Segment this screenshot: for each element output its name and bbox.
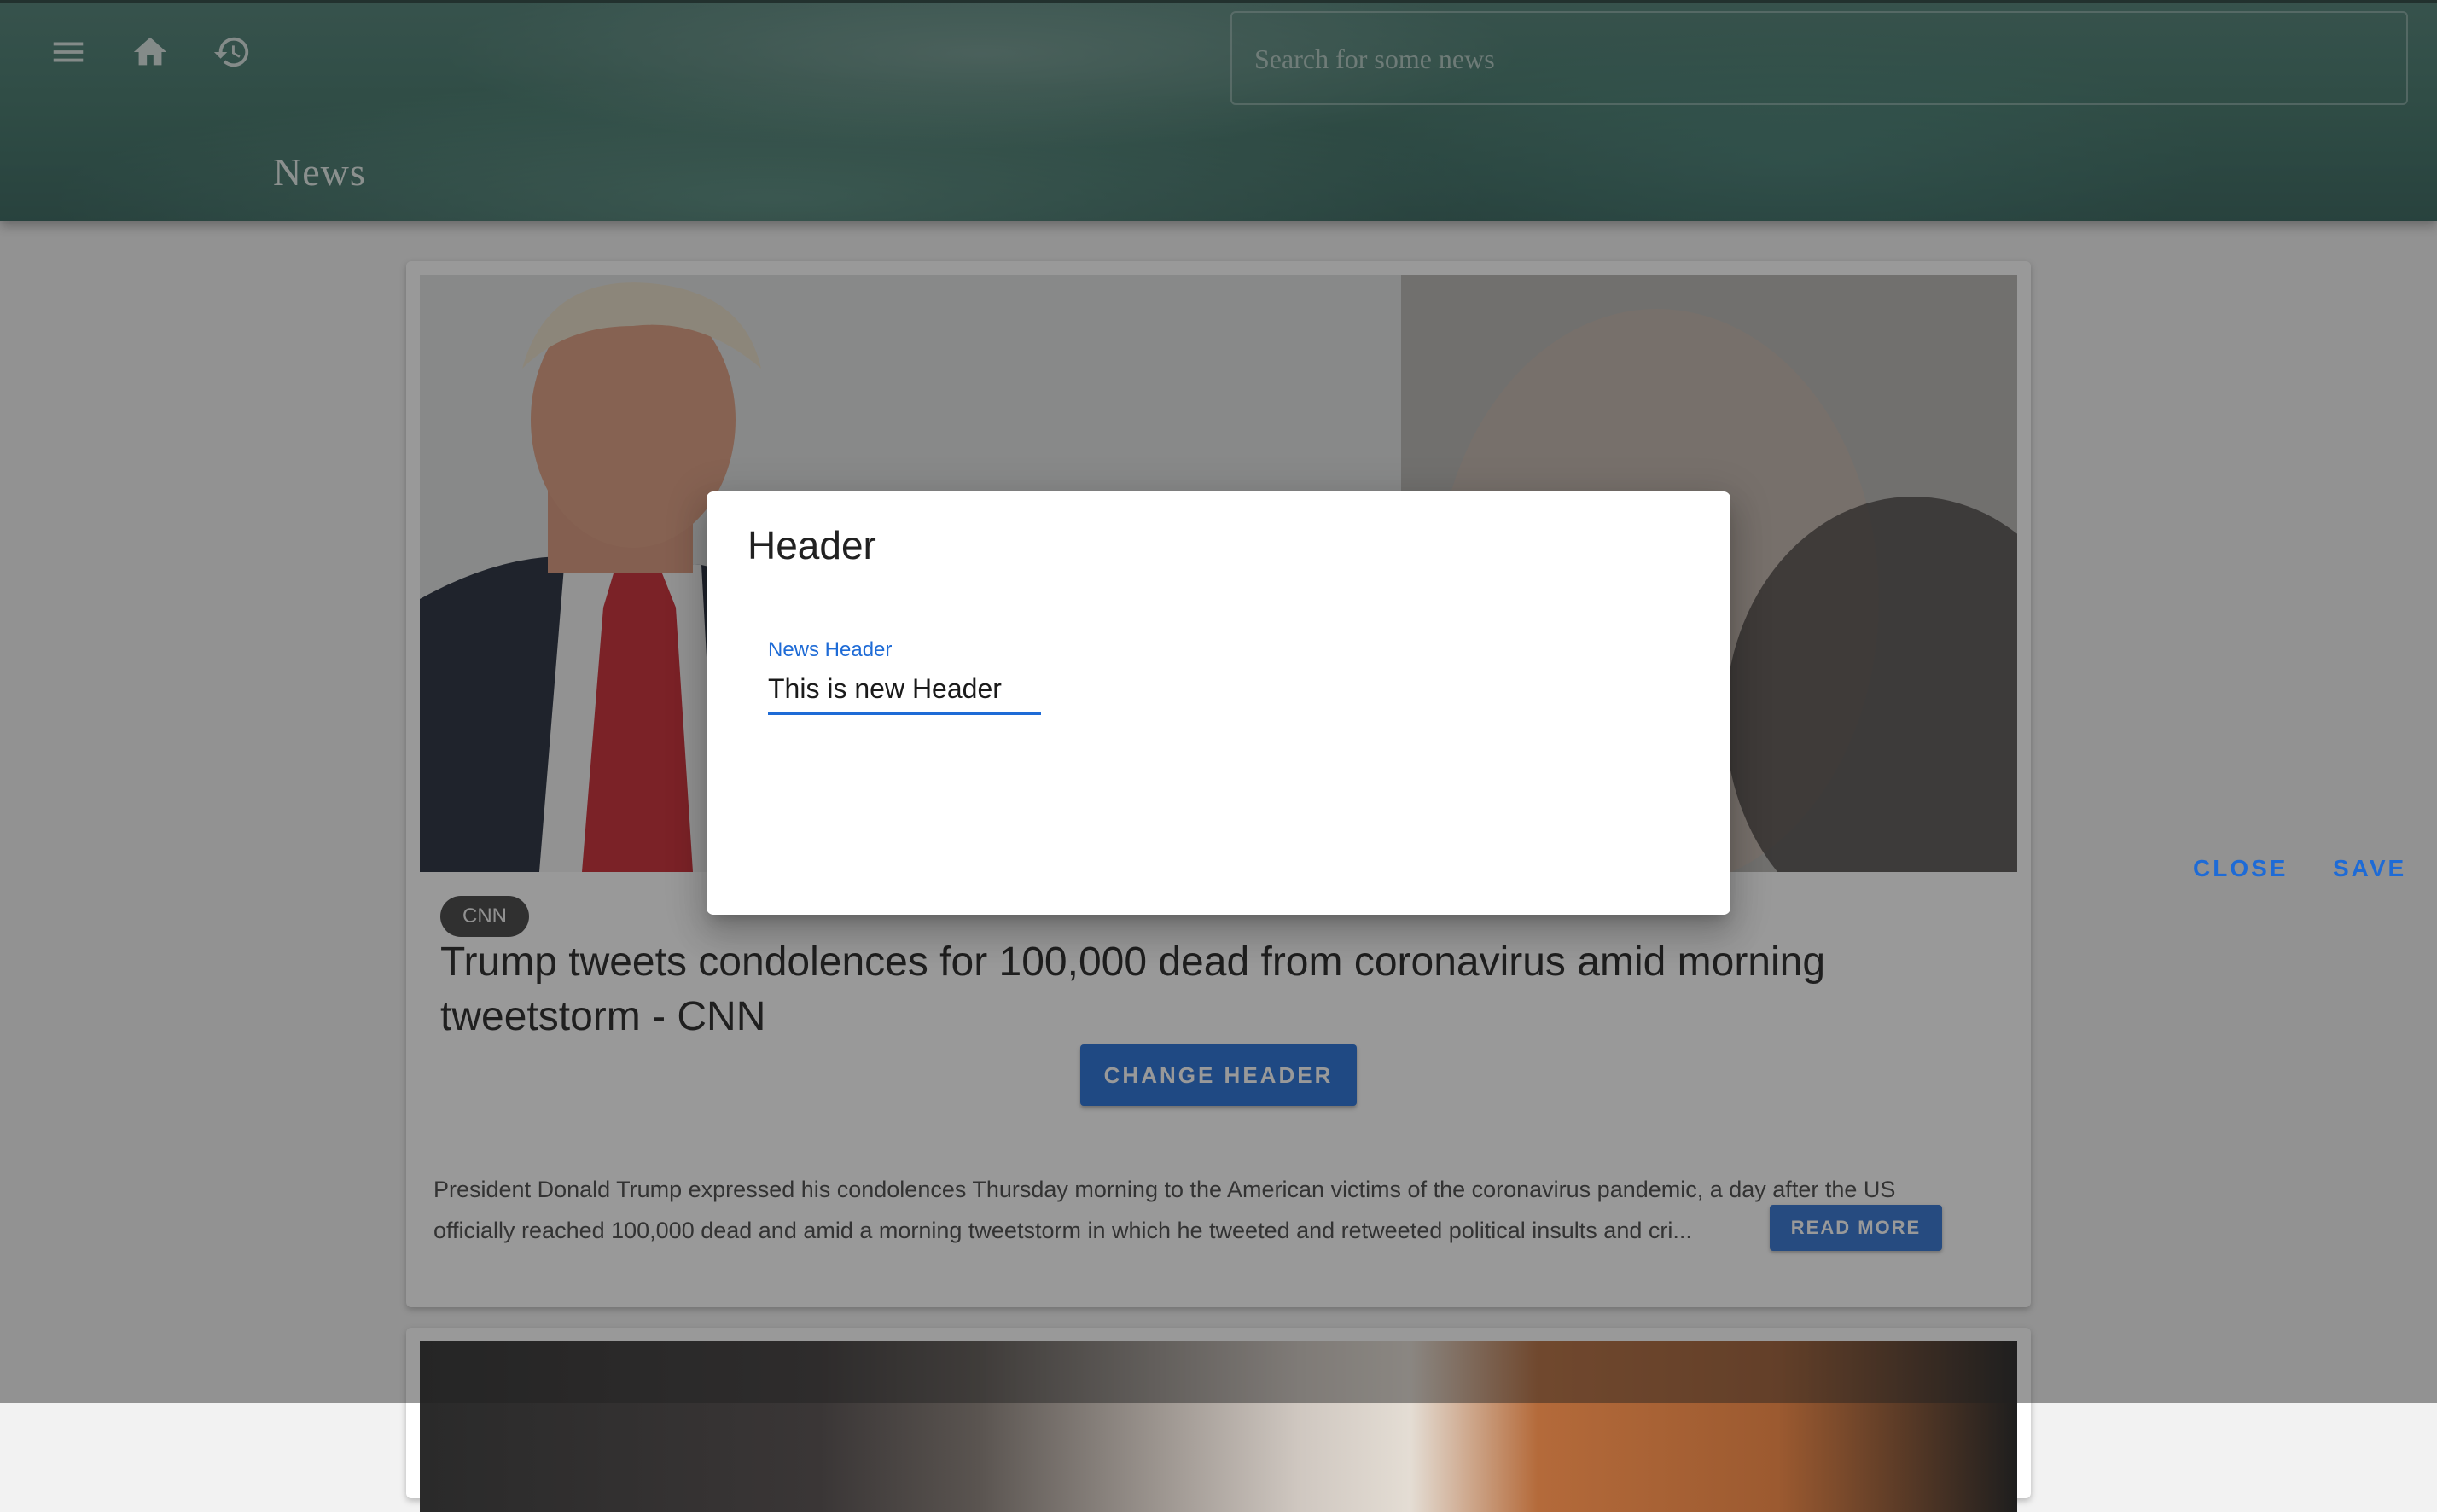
dialog-title: Header (747, 523, 876, 567)
header-dialog: Header News Header CLOSE SAVE (707, 491, 2404, 915)
save-button[interactable]: SAVE (2319, 843, 2420, 894)
news-header-input[interactable] (768, 666, 1041, 715)
close-button[interactable]: CLOSE (2179, 843, 2301, 894)
news-header-label: News Header (768, 638, 893, 661)
